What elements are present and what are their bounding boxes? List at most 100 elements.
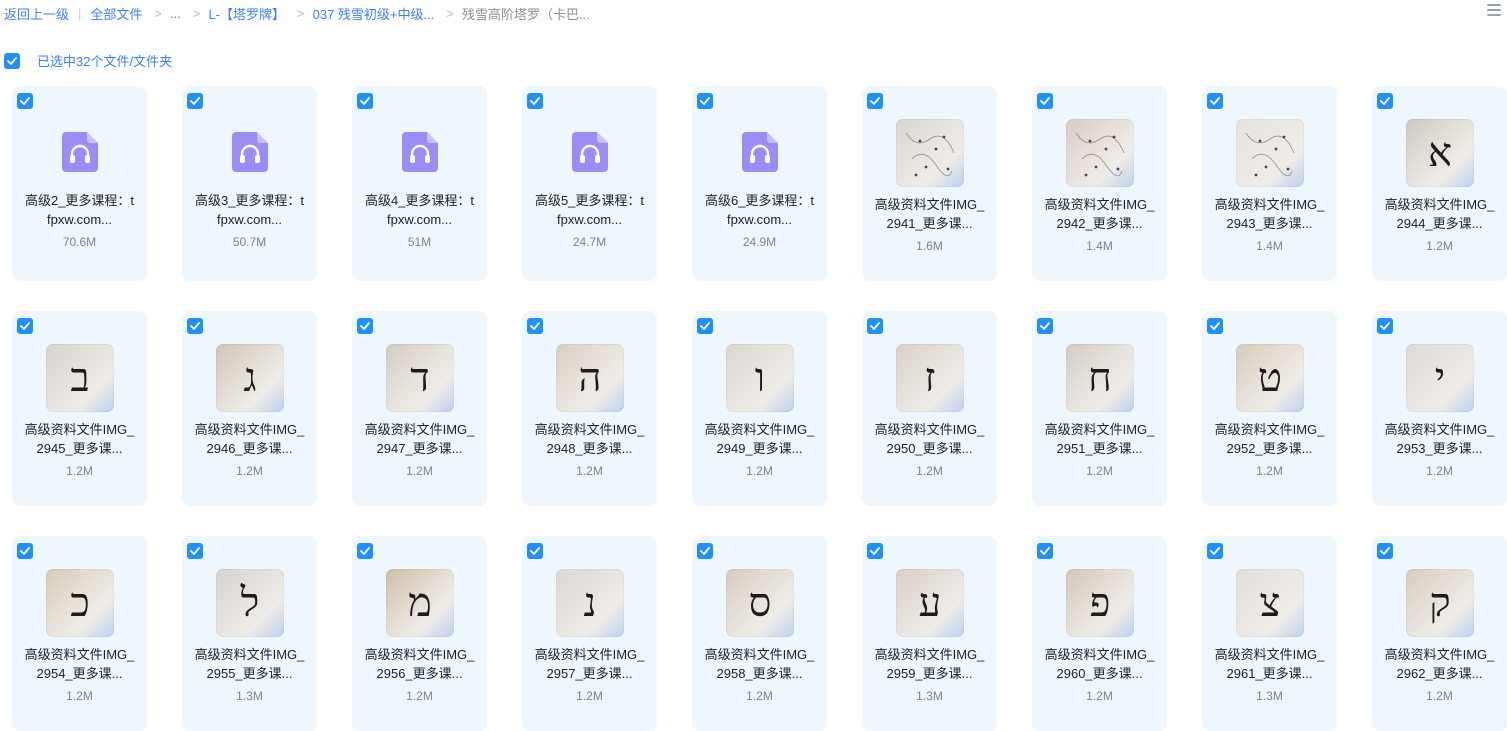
file-checkbox[interactable]: [697, 93, 713, 109]
file-name-line-1: 高级资料文件IMG_: [24, 422, 135, 437]
file-card[interactable]: ט 高级资料文件IMG_ 2952_更多课... 1.2M: [1202, 311, 1337, 506]
file-card[interactable]: ז 高级资料文件IMG_ 2950_更多课... 1.2M: [862, 311, 997, 506]
file-card[interactable]: מ 高级资料文件IMG_ 2956_更多课... 1.2M: [352, 536, 487, 731]
file-name[interactable]: 高级资料文件IMG_ 2952_更多课...: [1208, 420, 1331, 458]
file-name[interactable]: 高级资料文件IMG_ 2941_更多课...: [868, 195, 991, 233]
file-checkbox[interactable]: [697, 318, 713, 334]
file-card[interactable]: 高级资料文件IMG_ 2941_更多课... 1.6M: [862, 86, 997, 281]
file-checkbox[interactable]: [17, 93, 33, 109]
file-name[interactable]: 高级资料文件IMG_ 2954_更多课...: [18, 645, 141, 683]
file-card[interactable]: נ 高级资料文件IMG_ 2957_更多课... 1.2M: [522, 536, 657, 731]
file-card[interactable]: צ 高级资料文件IMG_ 2961_更多课... 1.3M: [1202, 536, 1337, 731]
file-name[interactable]: 高级资料文件IMG_ 2948_更多课...: [528, 420, 651, 458]
breadcrumb-item-course[interactable]: 037 残雪初级+中级...: [313, 4, 435, 23]
file-name[interactable]: 高级资料文件IMG_ 2958_更多课...: [698, 645, 821, 683]
breadcrumb-root[interactable]: 全部文件: [90, 4, 142, 23]
file-card[interactable]: א 高级资料文件IMG_ 2944_更多课... 1.2M: [1372, 86, 1507, 281]
file-checkbox[interactable]: [1207, 543, 1223, 559]
file-checkbox[interactable]: [357, 543, 373, 559]
file-card[interactable]: ס 高级资料文件IMG_ 2958_更多课... 1.2M: [692, 536, 827, 731]
file-card[interactable]: ק 高级资料文件IMG_ 2962_更多课... 1.2M: [1372, 536, 1507, 731]
breadcrumb: 返回上一级 | 全部文件 > ... > L-【塔罗牌】 > 037 残雪初级+…: [4, 3, 590, 23]
file-name[interactable]: 高级3_更多课程：t fpxw.com...: [188, 191, 311, 229]
file-name[interactable]: 高级资料文件IMG_ 2960_更多课...: [1038, 645, 1161, 683]
file-checkbox[interactable]: [1377, 93, 1393, 109]
file-checkbox[interactable]: [357, 93, 373, 109]
file-checkbox[interactable]: [1037, 543, 1053, 559]
file-name[interactable]: 高级资料文件IMG_ 2943_更多课...: [1208, 195, 1331, 233]
file-card[interactable]: 高级资料文件IMG_ 2942_更多课... 1.4M: [1032, 86, 1167, 281]
file-checkbox[interactable]: [17, 543, 33, 559]
file-name-line-2: fpxw.com...: [386, 212, 453, 227]
file-card[interactable]: ע 高级资料文件IMG_ 2959_更多课... 1.3M: [862, 536, 997, 731]
file-name[interactable]: 高级资料文件IMG_ 2950_更多课...: [868, 420, 991, 458]
file-checkbox[interactable]: [1207, 318, 1223, 334]
select-all-checkbox[interactable]: [4, 52, 20, 69]
file-checkbox[interactable]: [1037, 93, 1053, 109]
file-checkbox[interactable]: [187, 543, 203, 559]
file-name[interactable]: 高级资料文件IMG_ 2942_更多课...: [1038, 195, 1161, 233]
file-name-line-1: 高级资料文件IMG_: [704, 422, 815, 437]
file-card[interactable]: ל 高级资料文件IMG_ 2955_更多课... 1.3M: [182, 536, 317, 731]
file-name[interactable]: 高级资料文件IMG_ 2956_更多课...: [358, 645, 481, 683]
file-name[interactable]: 高级资料文件IMG_ 2961_更多课...: [1208, 645, 1331, 683]
file-size: 1.2M: [746, 464, 773, 478]
file-name[interactable]: 高级资料文件IMG_ 2962_更多课...: [1378, 645, 1501, 683]
file-card[interactable]: ד 高级资料文件IMG_ 2947_更多课... 1.2M: [352, 311, 487, 506]
file-card[interactable]: ב 高级资料文件IMG_ 2945_更多课... 1.2M: [12, 311, 147, 506]
file-name[interactable]: 高级5_更多课程：t fpxw.com...: [528, 191, 651, 229]
file-checkbox[interactable]: [1207, 93, 1223, 109]
file-card[interactable]: ח 高级资料文件IMG_ 2951_更多课... 1.2M: [1032, 311, 1167, 506]
file-card[interactable]: 高级4_更多课程：t fpxw.com... 51M: [352, 86, 487, 281]
file-card[interactable]: פ 高级资料文件IMG_ 2960_更多课... 1.2M: [1032, 536, 1167, 731]
file-name[interactable]: 高级资料文件IMG_ 2953_更多课...: [1378, 420, 1501, 458]
file-card[interactable]: 高级6_更多课程：t fpxw.com... 24.9M: [692, 86, 827, 281]
file-checkbox[interactable]: [357, 318, 373, 334]
file-checkbox[interactable]: [1377, 318, 1393, 334]
file-name[interactable]: 高级资料文件IMG_ 2945_更多课...: [18, 420, 141, 458]
file-name[interactable]: 高级资料文件IMG_ 2951_更多课...: [1038, 420, 1161, 458]
file-checkbox[interactable]: [867, 318, 883, 334]
file-size: 51M: [407, 235, 432, 249]
file-name[interactable]: 高级资料文件IMG_ 2947_更多课...: [358, 420, 481, 458]
file-card[interactable]: 高级3_更多课程：t fpxw.com... 50.7M: [182, 86, 317, 281]
file-checkbox[interactable]: [187, 318, 203, 334]
file-checkbox[interactable]: [1377, 543, 1393, 559]
list-view-icon[interactable]: [1487, 4, 1501, 16]
file-card[interactable]: ו 高级资料文件IMG_ 2949_更多课... 1.2M: [692, 311, 827, 506]
file-checkbox[interactable]: [697, 543, 713, 559]
file-card[interactable]: ה 高级资料文件IMG_ 2948_更多课... 1.2M: [522, 311, 657, 506]
file-name[interactable]: 高级6_更多课程：t fpxw.com...: [698, 191, 821, 229]
file-name[interactable]: 高级资料文件IMG_ 2959_更多课...: [868, 645, 991, 683]
file-checkbox[interactable]: [867, 543, 883, 559]
file-card[interactable]: ג 高级资料文件IMG_ 2946_更多课... 1.2M: [182, 311, 317, 506]
file-checkbox[interactable]: [187, 93, 203, 109]
file-size: 1.2M: [406, 689, 433, 703]
file-checkbox[interactable]: [527, 93, 543, 109]
letter-glyph: כ: [70, 580, 90, 626]
file-name[interactable]: 高级2_更多课程：t fpxw.com...: [18, 191, 141, 229]
file-card[interactable]: כ 高级资料文件IMG_ 2954_更多课... 1.2M: [12, 536, 147, 731]
file-card[interactable]: 高级资料文件IMG_ 2943_更多课... 1.4M: [1202, 86, 1337, 281]
breadcrumb-ellipsis[interactable]: ...: [170, 6, 181, 21]
file-name-line-2: 2953_更多课...: [1396, 441, 1483, 456]
breadcrumb-item-tarot[interactable]: L-【塔罗牌】: [208, 4, 285, 23]
file-name[interactable]: 高级4_更多课程：t fpxw.com...: [358, 191, 481, 229]
file-checkbox[interactable]: [17, 318, 33, 334]
file-name[interactable]: 高级资料文件IMG_ 2949_更多课...: [698, 420, 821, 458]
file-card[interactable]: 高级2_更多课程：t fpxw.com... 70.6M: [12, 86, 147, 281]
file-checkbox[interactable]: [527, 318, 543, 334]
file-name[interactable]: 高级资料文件IMG_ 2957_更多课...: [528, 645, 651, 683]
file-card[interactable]: 高级5_更多课程：t fpxw.com... 24.7M: [522, 86, 657, 281]
file-checkbox[interactable]: [1037, 318, 1053, 334]
file-name[interactable]: 高级资料文件IMG_ 2944_更多课...: [1378, 195, 1501, 233]
file-checkbox[interactable]: [527, 543, 543, 559]
select-all[interactable]: 已选中32个文件/文件夹: [4, 51, 172, 70]
back-link[interactable]: 返回上一级: [4, 4, 69, 23]
file-card[interactable]: י 高级资料文件IMG_ 2953_更多课... 1.2M: [1372, 311, 1507, 506]
selection-count-label: 已选中32个文件/文件夹: [37, 54, 173, 69]
file-name-line-1: 高级资料文件IMG_: [1214, 197, 1325, 212]
file-name[interactable]: 高级资料文件IMG_ 2946_更多课...: [188, 420, 311, 458]
file-name[interactable]: 高级资料文件IMG_ 2955_更多课...: [188, 645, 311, 683]
file-checkbox[interactable]: [867, 93, 883, 109]
